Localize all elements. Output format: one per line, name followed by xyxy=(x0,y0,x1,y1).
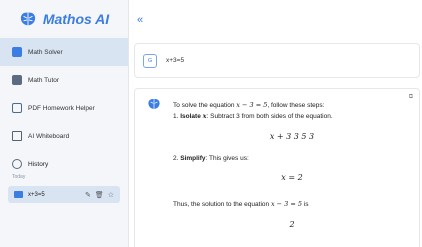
history-title: History xyxy=(28,160,49,168)
sidebar-item-label: Math Tutor xyxy=(28,76,60,84)
trash-icon[interactable]: 🗑 xyxy=(95,191,104,199)
chat-icon xyxy=(14,191,23,198)
history-group-label: Today xyxy=(12,174,26,180)
history-icon xyxy=(12,159,22,169)
step-number: 2. xyxy=(173,154,179,162)
user-question-card: G x+3=5 xyxy=(134,43,420,78)
sidebar: Mathos AI Math Solver Math Tutor PDF Hom… xyxy=(0,0,129,247)
sidebar-item-label: AI Whiteboard xyxy=(28,132,70,140)
history-item[interactable]: x+3=5 ✎ 🗑 ☆ xyxy=(8,186,120,203)
sidebar-item-label: Math Solver xyxy=(28,48,63,56)
step-title: Isolate xyxy=(180,113,201,121)
conclusion-prefix: Thus, the solution to the equation xyxy=(173,201,271,209)
equation-1: x + 3 3 5 3 xyxy=(269,131,315,141)
step-text: : This gives us: xyxy=(205,154,249,162)
step-title: Simplify xyxy=(180,154,206,162)
intro-suffix: , follow these steps: xyxy=(267,102,325,109)
history-item-actions: ✎ 🗑 ☆ xyxy=(85,191,114,199)
math-tutor-icon xyxy=(12,75,22,85)
step-text: : Subtract 3 from both sides of the equa… xyxy=(206,113,333,121)
history-header: History xyxy=(0,154,128,174)
sidebar-item-math-solver[interactable]: Math Solver xyxy=(0,38,128,66)
history-item-label: x+3=5 xyxy=(28,191,45,198)
sidebar-item-pdf-homework-helper[interactable]: PDF Homework Helper xyxy=(0,94,128,122)
copy-icon[interactable]: ⧉ xyxy=(409,94,413,101)
conclusion-math: x − 3 = 5 xyxy=(270,200,303,209)
brand[interactable]: Mathos AI xyxy=(0,0,128,38)
brand-name: Mathos AI xyxy=(42,11,110,27)
step-number: 1. xyxy=(173,113,179,121)
step-2: 2. Simplify: This gives us: xyxy=(173,155,411,163)
equation-3: 2 xyxy=(289,219,295,229)
star-icon[interactable]: ☆ xyxy=(108,191,114,199)
question-text: x+3=5 xyxy=(166,57,185,64)
conclusion-suffix: is xyxy=(302,201,309,209)
math-solver-icon xyxy=(12,47,22,57)
pdf-icon xyxy=(12,103,22,113)
sidebar-item-math-tutor[interactable]: Math Tutor xyxy=(0,66,128,94)
user-avatar: G xyxy=(143,53,157,68)
chat-area: G x+3=5 ⧉ To solve the equation x − 3 = … xyxy=(130,0,422,247)
equation-2: x = 2 xyxy=(281,173,303,183)
brain-avatar-icon xyxy=(148,98,160,109)
conclusion: Thus, the solution to the equation x − 3… xyxy=(173,200,411,209)
intro-math: x − 3 = 5 xyxy=(236,101,268,109)
sidebar-item-ai-whiteboard[interactable]: AI Whiteboard xyxy=(0,122,128,150)
brain-logo-icon xyxy=(20,12,35,26)
edit-icon[interactable]: ✎ xyxy=(85,191,91,199)
answer-card: ⧉ To solve the equation x − 3 = 5, follo… xyxy=(134,88,420,247)
whiteboard-icon xyxy=(12,131,22,141)
intro-prefix: To solve the equation xyxy=(173,102,237,109)
answer-intro: To solve the equation x − 3 = 5, follow … xyxy=(173,101,411,110)
step-1: 1. Isolate x: Subtract 3 from both sides… xyxy=(173,112,411,121)
sidebar-item-label: PDF Homework Helper xyxy=(28,104,95,112)
